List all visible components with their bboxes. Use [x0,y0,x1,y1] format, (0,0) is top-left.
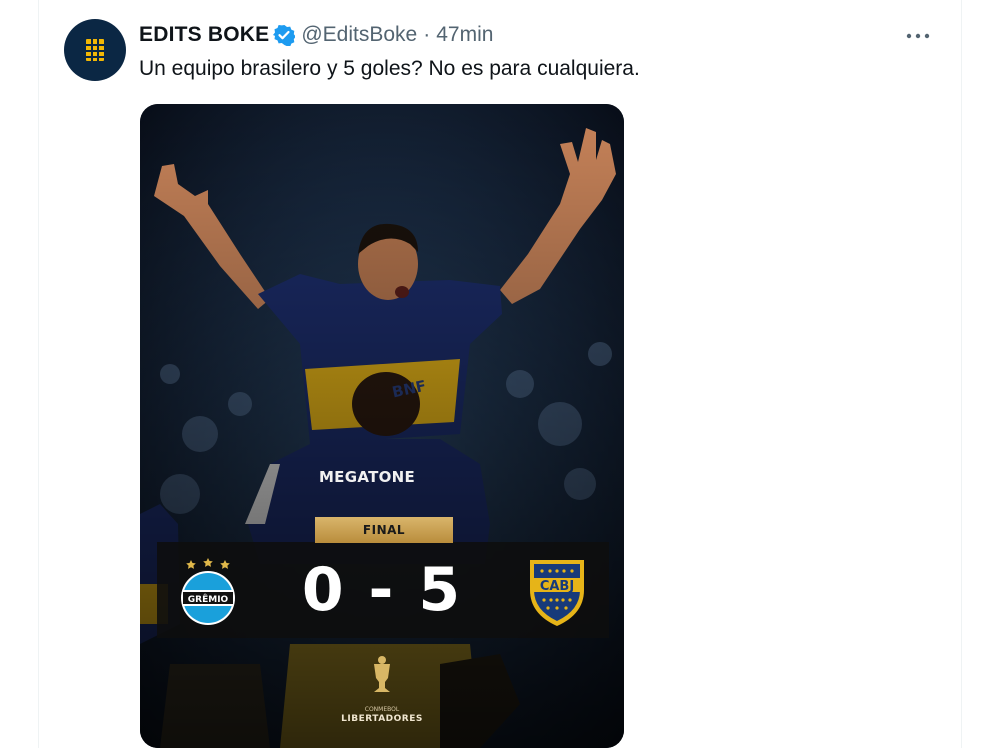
tweet-media-image[interactable]: BNF MEGATONE FINAL 0 - 5 GRÊMIO CABJ CON… [140,104,624,748]
author-name[interactable]: EDITS BOKE [139,23,269,47]
tweet-header: EDITS BOKE @EditsBoke · 47min [139,22,493,48]
profile-avatar[interactable] [64,19,126,81]
author-handle[interactable]: @EditsBoke [301,23,417,47]
final-label: FINAL [315,517,453,543]
tweet-timestamp[interactable]: 47min [436,23,493,47]
boca-bars-logo-icon [86,39,104,61]
ellipsis-icon [906,33,930,39]
boca-crest-icon: CABJ [526,556,588,628]
separator-dot: · [423,23,431,46]
tweet-text: Un equipo brasilero y 5 goles? No es par… [139,57,640,80]
gremio-crest-text: GRÊMIO [188,593,229,605]
tournament-org-text: CONMEBOL [364,706,400,713]
verified-badge-icon [273,24,296,46]
match-photo [140,104,624,748]
tournament-name: LIBERTADORES [341,714,423,724]
boca-crest-text: CABJ [540,579,574,594]
more-options-button[interactable] [898,26,938,46]
jersey-sponsor-text: MEGATONE [318,468,416,486]
gremio-crest-icon: GRÊMIO [178,556,238,628]
